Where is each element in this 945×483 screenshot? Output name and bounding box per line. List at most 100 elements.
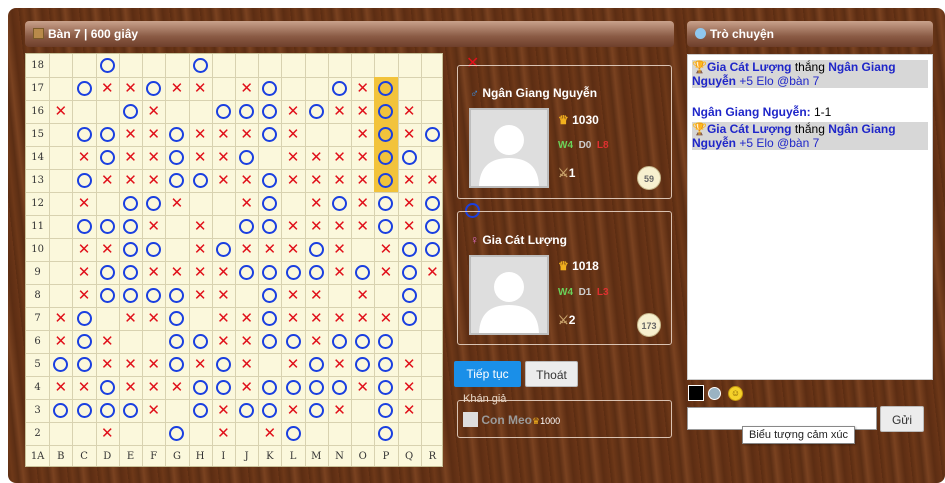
board-cell[interactable] (235, 284, 258, 307)
board-cell[interactable] (258, 261, 281, 284)
board-cell[interactable] (328, 330, 351, 353)
board-cell[interactable]: ✕ (281, 100, 304, 123)
board-cell[interactable] (421, 215, 444, 238)
board-cell[interactable] (398, 77, 421, 100)
board-cell[interactable] (96, 376, 119, 399)
board-cell[interactable]: ✕ (212, 307, 235, 330)
board-cell[interactable] (398, 54, 421, 77)
board-cell[interactable]: ✕ (351, 169, 374, 192)
board-cell[interactable]: ✕ (258, 422, 281, 445)
board-cell[interactable] (165, 307, 188, 330)
board-cell[interactable] (212, 192, 235, 215)
board-cell[interactable] (49, 238, 72, 261)
board-cell[interactable]: ✕ (212, 284, 235, 307)
board-cell[interactable]: ✕ (351, 376, 374, 399)
board-cell[interactable] (72, 399, 95, 422)
board-cell[interactable]: ✕ (96, 353, 119, 376)
board-cell[interactable] (421, 330, 444, 353)
board-cell[interactable]: ✕ (305, 169, 328, 192)
board-cell[interactable] (374, 192, 397, 215)
board-cell[interactable] (142, 192, 165, 215)
board-cell[interactable]: ✕ (351, 123, 374, 146)
board-cell[interactable]: ✕ (119, 77, 142, 100)
board-cell[interactable] (189, 169, 212, 192)
board-cell[interactable]: ✕ (72, 146, 95, 169)
board-cell[interactable] (421, 238, 444, 261)
board-cell[interactable] (119, 422, 142, 445)
board-cell[interactable] (142, 54, 165, 77)
board-cell[interactable]: ✕ (328, 169, 351, 192)
board-cell[interactable] (421, 376, 444, 399)
board-cell[interactable] (258, 399, 281, 422)
board-cell[interactable]: ✕ (235, 238, 258, 261)
board-cell[interactable] (351, 330, 374, 353)
board-cell[interactable] (119, 192, 142, 215)
board-cell[interactable] (189, 307, 212, 330)
board-cell[interactable] (374, 330, 397, 353)
board-cell[interactable]: ✕ (281, 399, 304, 422)
board-cell[interactable] (421, 123, 444, 146)
board-cell[interactable]: ✕ (374, 238, 397, 261)
board-cell[interactable]: ✕ (351, 192, 374, 215)
board-cell[interactable] (398, 261, 421, 284)
board-cell[interactable] (398, 422, 421, 445)
board-cell[interactable] (189, 376, 212, 399)
board-cell[interactable]: ✕ (142, 215, 165, 238)
board-cell[interactable]: ✕ (258, 238, 281, 261)
board-cell[interactable] (328, 376, 351, 399)
board-cell[interactable]: ✕ (49, 330, 72, 353)
board-cell[interactable] (258, 54, 281, 77)
board-cell[interactable] (305, 54, 328, 77)
board-cell[interactable] (351, 54, 374, 77)
board-cell[interactable] (165, 353, 188, 376)
board-cell[interactable]: ✕ (374, 307, 397, 330)
board-cell[interactable]: ✕ (165, 261, 188, 284)
board-cell[interactable]: ✕ (235, 123, 258, 146)
board-cell[interactable]: ✕ (398, 215, 421, 238)
board-cell[interactable] (119, 399, 142, 422)
board-cell[interactable] (374, 54, 397, 77)
board-cell[interactable]: ✕ (119, 307, 142, 330)
board-cell[interactable]: ✕ (96, 330, 119, 353)
board-cell[interactable] (96, 284, 119, 307)
board-cell[interactable] (258, 169, 281, 192)
sound-icon[interactable] (708, 387, 721, 400)
board-cell[interactable] (235, 215, 258, 238)
board-cell[interactable] (49, 192, 72, 215)
board-cell[interactable] (281, 376, 304, 399)
board-cell[interactable]: ✕ (119, 376, 142, 399)
board-cell[interactable] (398, 146, 421, 169)
board-cell[interactable]: ✕ (72, 192, 95, 215)
board-cell[interactable] (189, 192, 212, 215)
board-cell[interactable] (258, 353, 281, 376)
board-cell[interactable] (421, 192, 444, 215)
board-cell[interactable] (421, 422, 444, 445)
board-cell[interactable] (351, 422, 374, 445)
board-cell[interactable] (96, 100, 119, 123)
board-cell[interactable] (212, 77, 235, 100)
quit-button[interactable]: Thoát (525, 361, 578, 387)
board-cell[interactable] (119, 284, 142, 307)
board-cell[interactable] (49, 169, 72, 192)
board-cell[interactable]: ✕ (142, 353, 165, 376)
board-cell[interactable] (72, 215, 95, 238)
board-cell[interactable] (142, 284, 165, 307)
board-cell[interactable] (235, 100, 258, 123)
board-cell[interactable] (235, 399, 258, 422)
board-cell[interactable]: ✕ (281, 146, 304, 169)
board-cell[interactable]: ✕ (281, 307, 304, 330)
board-cell[interactable]: ✕ (398, 399, 421, 422)
board-cell[interactable]: ✕ (189, 146, 212, 169)
board-cell[interactable] (258, 100, 281, 123)
board-cell[interactable] (119, 330, 142, 353)
color-picker-button[interactable] (688, 385, 704, 401)
board-cell[interactable]: ✕ (305, 284, 328, 307)
spectator-item[interactable]: Con Meo♛1000 (463, 412, 560, 427)
board-cell[interactable]: ✕ (119, 353, 142, 376)
board-cell[interactable] (49, 123, 72, 146)
board-cell[interactable]: ✕ (96, 77, 119, 100)
board-cell[interactable]: ✕ (351, 77, 374, 100)
board-cell[interactable] (235, 146, 258, 169)
board-cell[interactable] (212, 238, 235, 261)
board-cell[interactable] (281, 54, 304, 77)
